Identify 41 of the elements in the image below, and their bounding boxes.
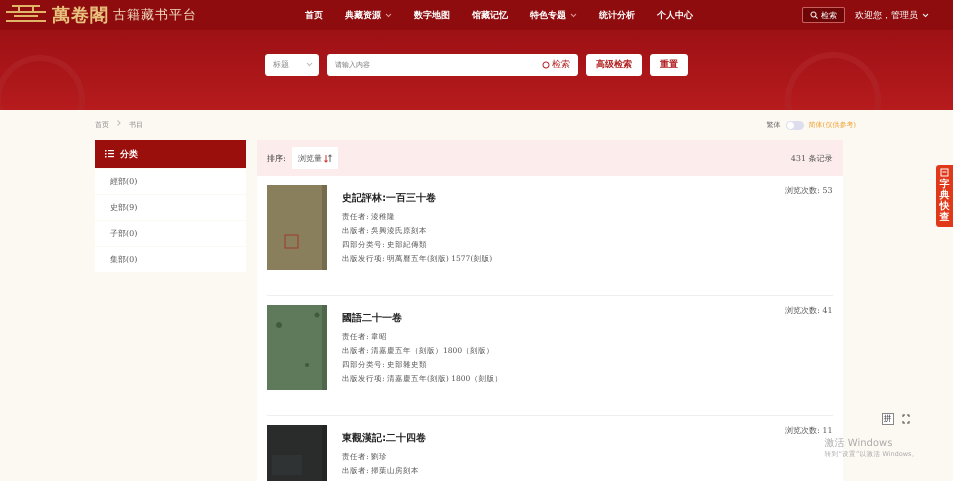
nav-link[interactable]: 数字地图 [403,8,461,22]
record-count: 431 条记录 [790,152,833,164]
search-icon [542,60,550,68]
reset-button[interactable]: 重置 [650,54,688,76]
search-icon [810,11,818,19]
nav-link[interactable]: 馆藏记忆 [461,8,519,22]
view-count: 浏览次数: 11 [785,425,833,436]
pinyin-button[interactable]: 拼 [882,413,894,425]
nav-link[interactable]: 典藏资源 [334,8,403,22]
category-item[interactable]: 史部(9) [95,195,246,220]
activation-notice-title: 激活 Windows [824,437,894,450]
search-submit-button[interactable]: 检索 [538,54,578,76]
view-count: 浏览次数: 41 [785,305,833,316]
nav-link[interactable]: 特色专题 [519,8,588,22]
nav-link[interactable]: 个人中心 [646,8,704,22]
book-title[interactable]: 國語二十一卷 [342,311,502,325]
sort-label: 排序: [267,152,286,164]
script-switch[interactable] [786,120,804,130]
caret-icon [922,12,929,18]
nav-link[interactable]: 首页 [294,8,334,22]
nav-link[interactable]: 统计分析 [588,8,646,22]
chevron-icon [117,120,121,126]
sort-icon [324,154,332,162]
user-menu[interactable]: 欢迎您，管理员 [855,8,929,22]
category-item[interactable]: 集部(0) [95,247,246,272]
field-select[interactable]: 标题 [265,54,319,76]
list-icon [105,150,114,158]
logo-title: 萬卷閣 [52,4,109,27]
book-title[interactable]: 東觀漢記:二十四卷 [342,431,426,445]
category-item[interactable]: 子部(0) [95,221,246,246]
logo-subtitle: 古籍藏书平台 [113,7,197,24]
search-button[interactable]: 检索 [802,7,845,23]
view-count: 浏览次数: 53 [785,185,833,196]
sort-button[interactable]: 浏览量 [292,147,338,169]
caret-icon [306,62,313,67]
category-item[interactable]: 經部(0) [95,169,246,194]
dictionary-tab[interactable]: 字典快查 [936,165,953,227]
category-title: 分类 [120,148,138,160]
fullscreen-icon[interactable] [902,414,910,424]
advanced-search-button[interactable]: 高级检索 [586,54,642,76]
book-title[interactable]: 史記評林:一百三十卷 [342,191,492,205]
